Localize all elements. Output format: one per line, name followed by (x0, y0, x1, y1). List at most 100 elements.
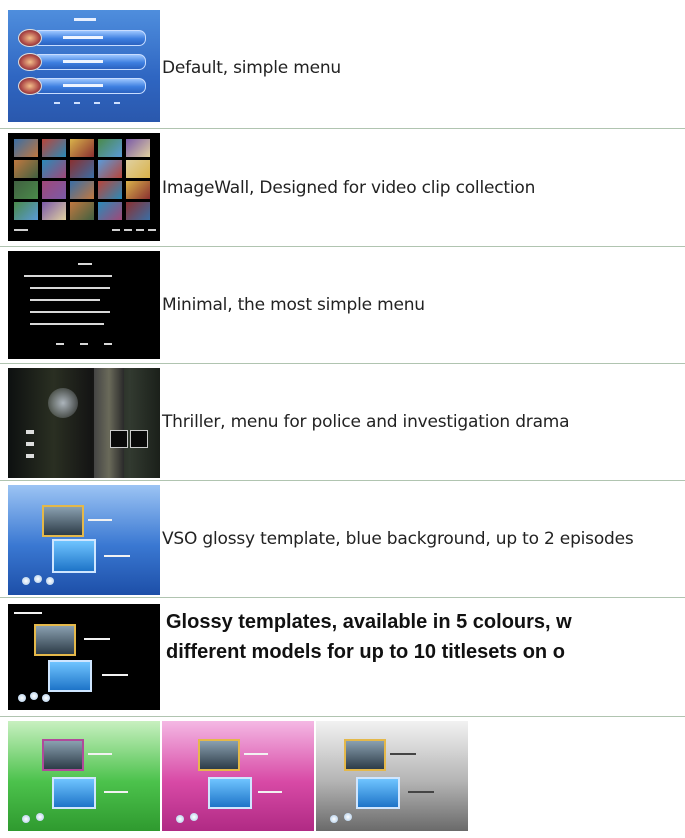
thriller-template-thumbnail[interactable] (8, 368, 160, 478)
video-clip-tile (42, 202, 66, 220)
minimal-template-thumbnail[interactable] (8, 251, 160, 359)
nav-arrow-icon (136, 229, 144, 231)
chapter-thumb-icon (18, 29, 42, 47)
video-clip-tile (98, 181, 122, 199)
vso-glossy-template-thumbnail[interactable] (8, 485, 160, 595)
episode-label (390, 753, 416, 755)
video-clip-tile (14, 181, 38, 199)
template-row-thriller[interactable]: Thriller, menu for police and investigat… (0, 363, 685, 481)
nav-orb-icon (34, 575, 42, 583)
episode-label (88, 753, 112, 755)
episode-label (84, 638, 110, 640)
episode-label (244, 753, 268, 755)
template-row-glossy-colours[interactable] (0, 716, 685, 838)
menu-button (32, 78, 146, 94)
video-thumb (110, 430, 128, 448)
nav-orb-icon (18, 694, 26, 702)
nav-arrow-icon (124, 229, 132, 231)
video-clip-tile (126, 139, 150, 157)
nav-dot (114, 102, 120, 104)
chapter-thumb-icon (18, 77, 42, 95)
glossy-note-line1: Glossy templates, available in 5 colours… (166, 611, 572, 633)
episode-thumb-frame (356, 777, 400, 809)
nav-dot (74, 102, 80, 104)
nav-dot (54, 102, 60, 104)
menu-line (24, 275, 112, 277)
video-clip-tile (14, 202, 38, 220)
template-row-imagewall[interactable]: ImageWall, Designed for video clip colle… (0, 128, 685, 247)
chapter-thumb-icon (18, 53, 42, 71)
nav-orb-icon (42, 694, 50, 702)
nav-orb-icon (46, 577, 54, 585)
footer-label (14, 229, 28, 231)
video-clip-tile (42, 181, 66, 199)
nav-orb-icon (176, 815, 184, 823)
menu-line (26, 442, 34, 446)
template-description: Minimal, the most simple menu (162, 295, 425, 315)
building-pillar (94, 368, 124, 478)
street-light (48, 388, 78, 418)
episode-thumb-frame (208, 777, 252, 809)
nav-arrow-icon (148, 229, 156, 231)
nav-dot (56, 343, 64, 345)
nav-orb-icon (344, 813, 352, 821)
episode-label (104, 791, 128, 793)
video-clip-tile (70, 202, 94, 220)
template-row-vso-glossy[interactable]: VSO glossy template, blue background, up… (0, 480, 685, 598)
episode-label (88, 519, 112, 521)
menu-line (30, 323, 104, 325)
video-clip-tile (98, 139, 122, 157)
glossy-black-template-thumbnail[interactable] (8, 604, 160, 710)
menu-line (30, 311, 110, 313)
glossy-pink-template-thumbnail[interactable] (162, 721, 314, 831)
episode-thumb-frame (344, 739, 386, 771)
episode-thumb-frame (42, 739, 84, 771)
menu-line (26, 454, 34, 458)
video-clip-tile (98, 160, 122, 178)
menu-title-bar (78, 263, 92, 265)
episode-label (102, 674, 128, 676)
video-clip-tile (126, 181, 150, 199)
episode-label (258, 791, 282, 793)
nav-dot (94, 102, 100, 104)
template-description: Default, simple menu (162, 58, 342, 78)
episode-thumb-frame (42, 505, 84, 537)
menu-line (26, 430, 34, 434)
video-clip-tile (126, 160, 150, 178)
template-row-minimal[interactable]: Minimal, the most simple menu (0, 246, 685, 364)
nav-orb-icon (30, 692, 38, 700)
nav-orb-icon (190, 813, 198, 821)
template-row-default[interactable]: Default, simple menu (0, 0, 685, 128)
glossy-green-template-thumbnail[interactable] (8, 721, 160, 831)
nav-orb-icon (330, 815, 338, 823)
video-thumb (130, 430, 148, 448)
template-description: VSO glossy template, blue background, up… (162, 529, 634, 549)
video-clip-tile (14, 160, 38, 178)
episode-label (408, 791, 434, 793)
video-clip-tile (98, 202, 122, 220)
template-row-glossy-black[interactable]: Glossy templates, available in 5 colours… (0, 597, 685, 717)
menu-title-bar (14, 612, 42, 614)
glossy-grey-template-thumbnail[interactable] (316, 721, 468, 831)
nav-dot (104, 343, 112, 345)
menu-button (32, 54, 146, 70)
nav-orb-icon (22, 577, 30, 585)
video-clip-tile (126, 202, 150, 220)
template-description: Thriller, menu for police and investigat… (162, 412, 570, 432)
glossy-note-line2: different models for up to 10 titlesets … (166, 641, 565, 663)
episode-thumb-frame (198, 739, 240, 771)
nav-orb-icon (22, 815, 30, 823)
nav-orb-icon (36, 813, 44, 821)
video-clip-tile (42, 160, 66, 178)
default-template-thumbnail[interactable] (8, 10, 160, 122)
episode-label (104, 555, 130, 557)
menu-line (30, 287, 110, 289)
video-clip-tile (70, 139, 94, 157)
episode-thumb-frame (48, 660, 92, 692)
video-clip-tile (70, 181, 94, 199)
video-clip-tile (14, 139, 38, 157)
menu-button (32, 30, 146, 46)
imagewall-template-thumbnail[interactable] (8, 133, 160, 241)
episode-thumb-frame (52, 539, 96, 573)
episode-thumb-frame (52, 777, 96, 809)
